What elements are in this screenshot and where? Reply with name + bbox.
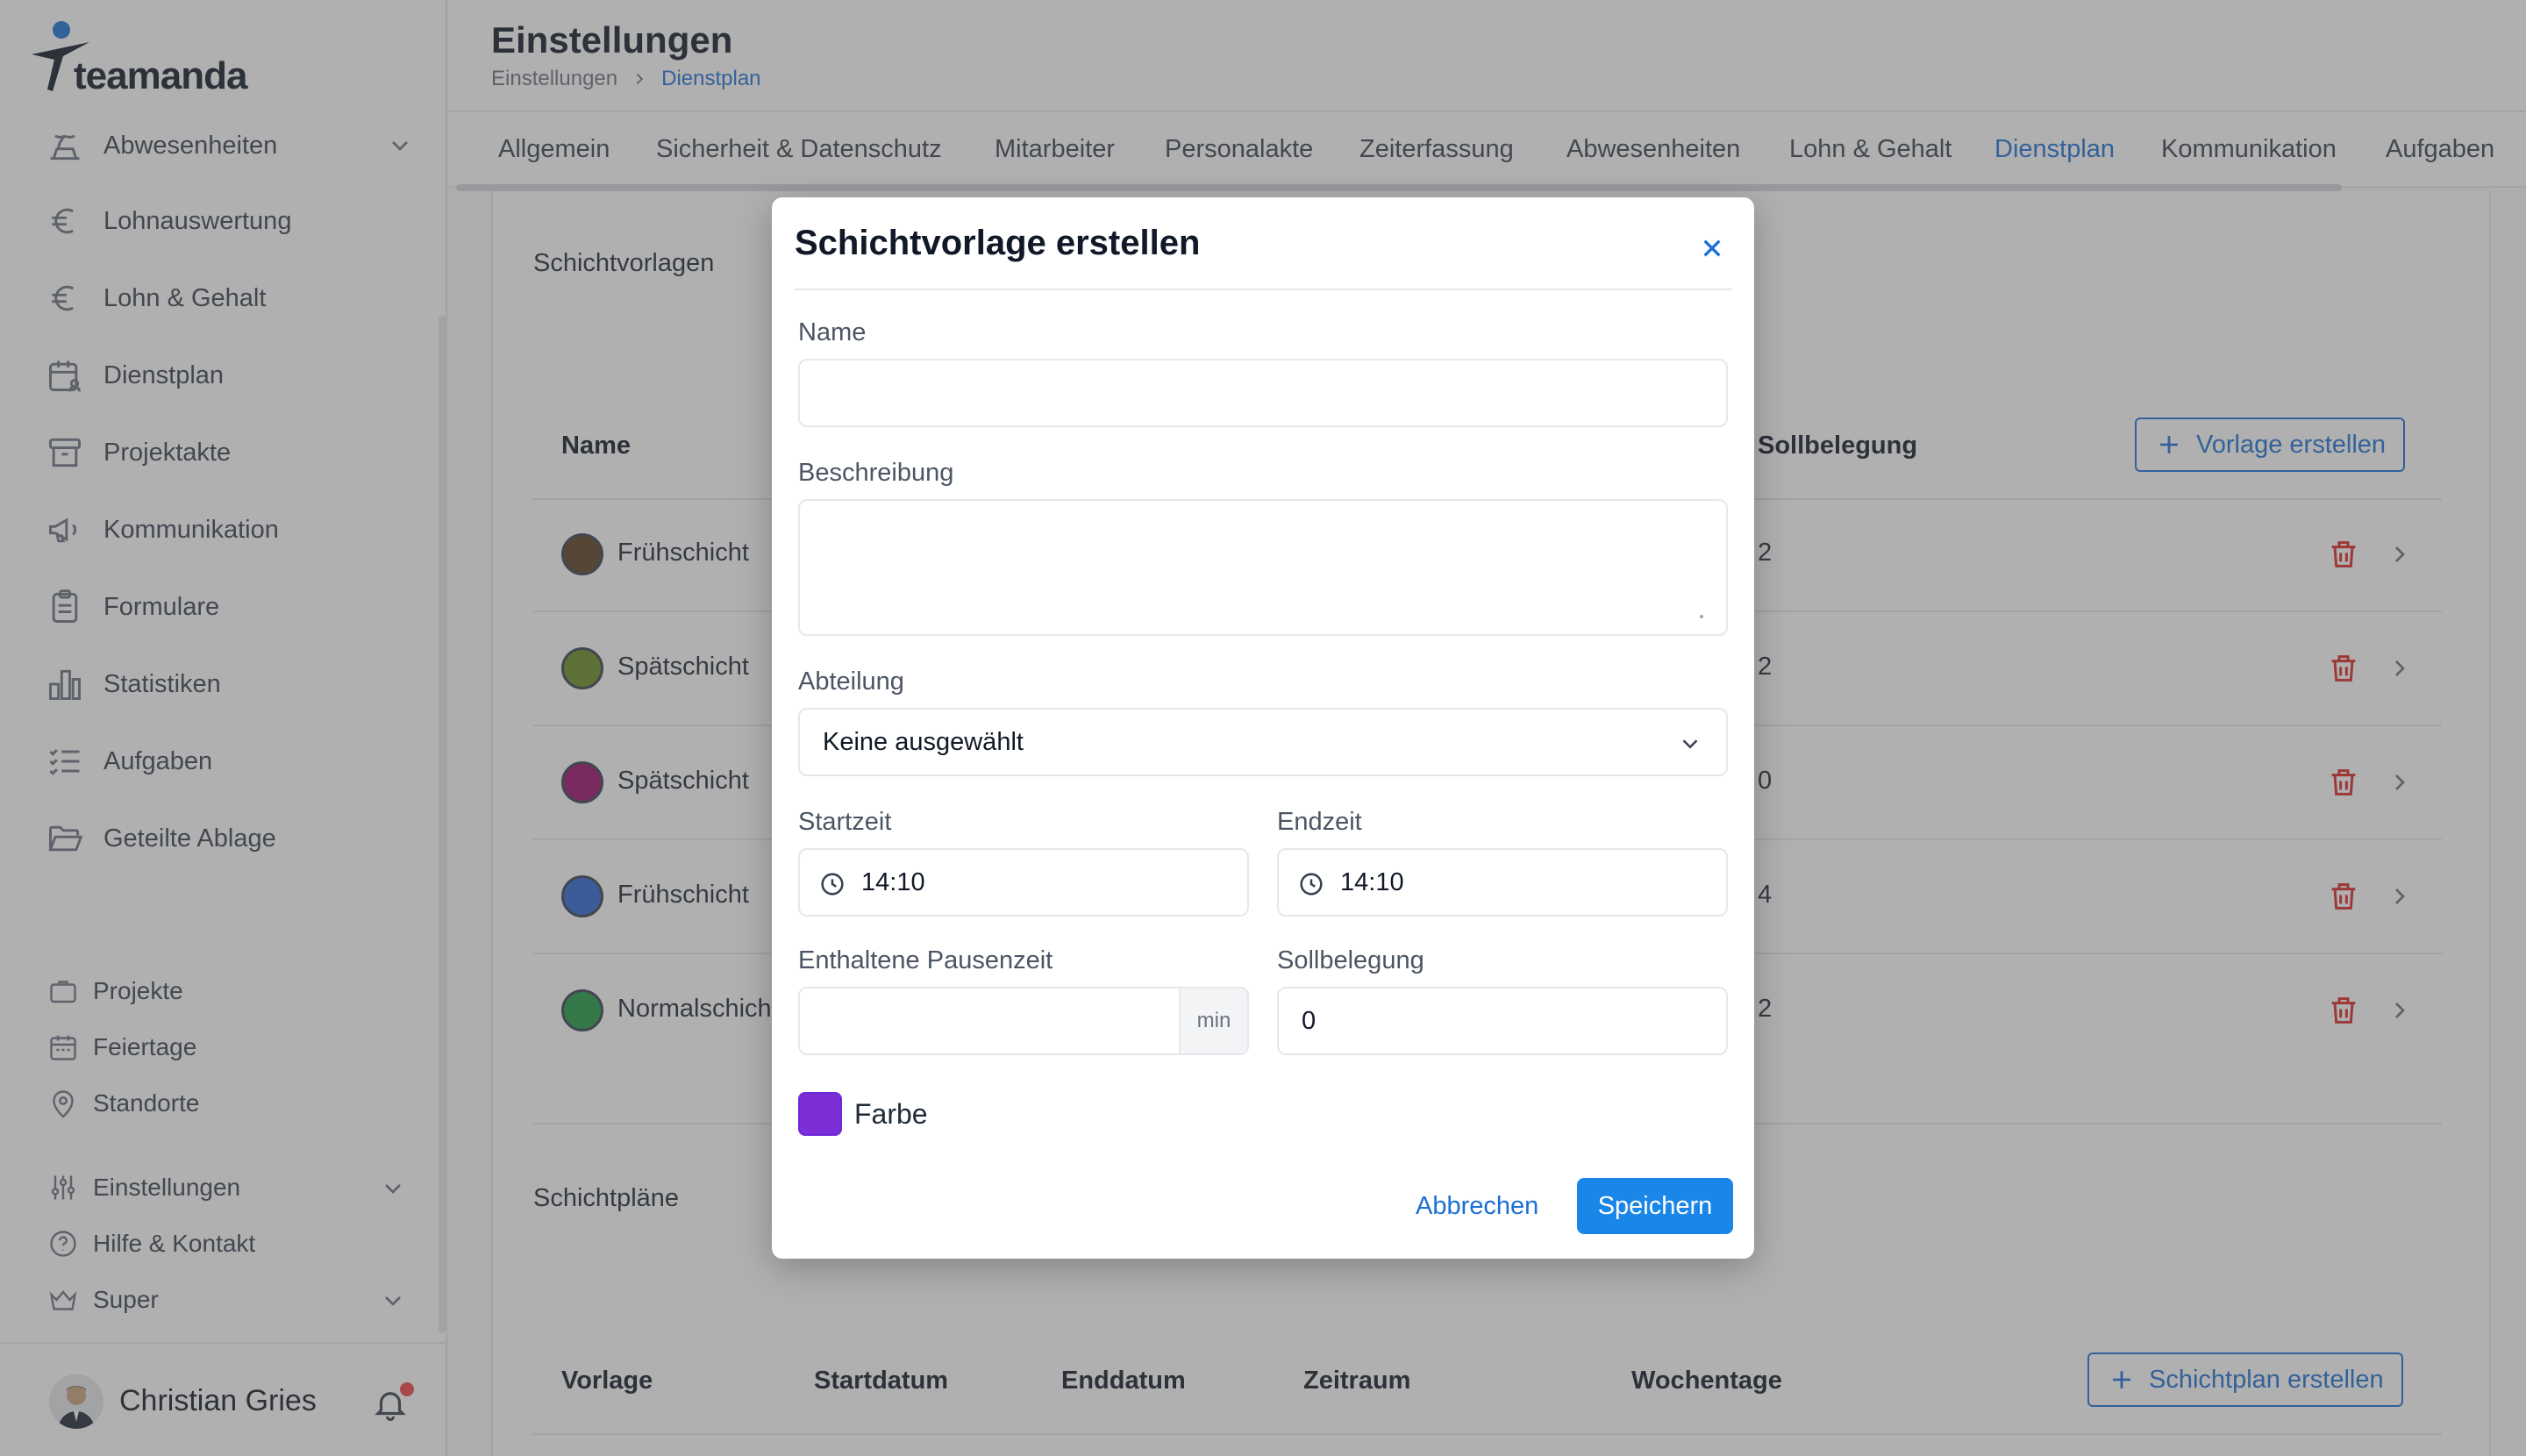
department-selected-value: Keine ausgewählt [823,727,1024,756]
department-label: Abteilung [798,667,904,696]
color-label: Farbe [854,1098,928,1130]
start-time-input[interactable] [860,850,1228,915]
end-time-input[interactable] [1338,850,1707,915]
pause-label: Enthaltene Pausenzeit [798,946,1053,974]
sollbelegung-input[interactable] [1277,987,1728,1055]
create-shift-template-dialog: Schichtvorlage erstellen Name Beschreibu… [772,197,1754,1259]
dialog-divider [795,289,1731,290]
end-time-label: Endzeit [1277,808,1362,836]
cancel-button[interactable]: Abbrechen [1407,1178,1547,1234]
close-icon[interactable] [1695,231,1730,266]
description-textarea[interactable] [798,499,1728,636]
end-time-field[interactable] [1277,848,1728,917]
pause-input[interactable] [800,989,1177,1053]
start-time-label: Startzeit [798,808,892,836]
pause-field[interactable]: min [798,987,1249,1055]
start-time-field[interactable] [798,848,1249,917]
description-label: Beschreibung [798,459,954,487]
name-label: Name [798,318,867,346]
save-button[interactable]: Speichern [1577,1178,1733,1234]
color-picker-swatch[interactable] [798,1092,842,1136]
pause-unit: min [1179,989,1247,1053]
chevron-down-icon [1682,739,1698,749]
clock-icon [821,873,844,896]
department-select[interactable]: Keine ausgewählt [798,708,1728,776]
textarea-resize-handle[interactable] [1700,615,1703,618]
clock-icon [1300,873,1323,896]
sollbelegung-label: Sollbelegung [1277,946,1424,974]
name-input[interactable] [798,359,1728,427]
dialog-title: Schichtvorlage erstellen [795,224,1201,262]
